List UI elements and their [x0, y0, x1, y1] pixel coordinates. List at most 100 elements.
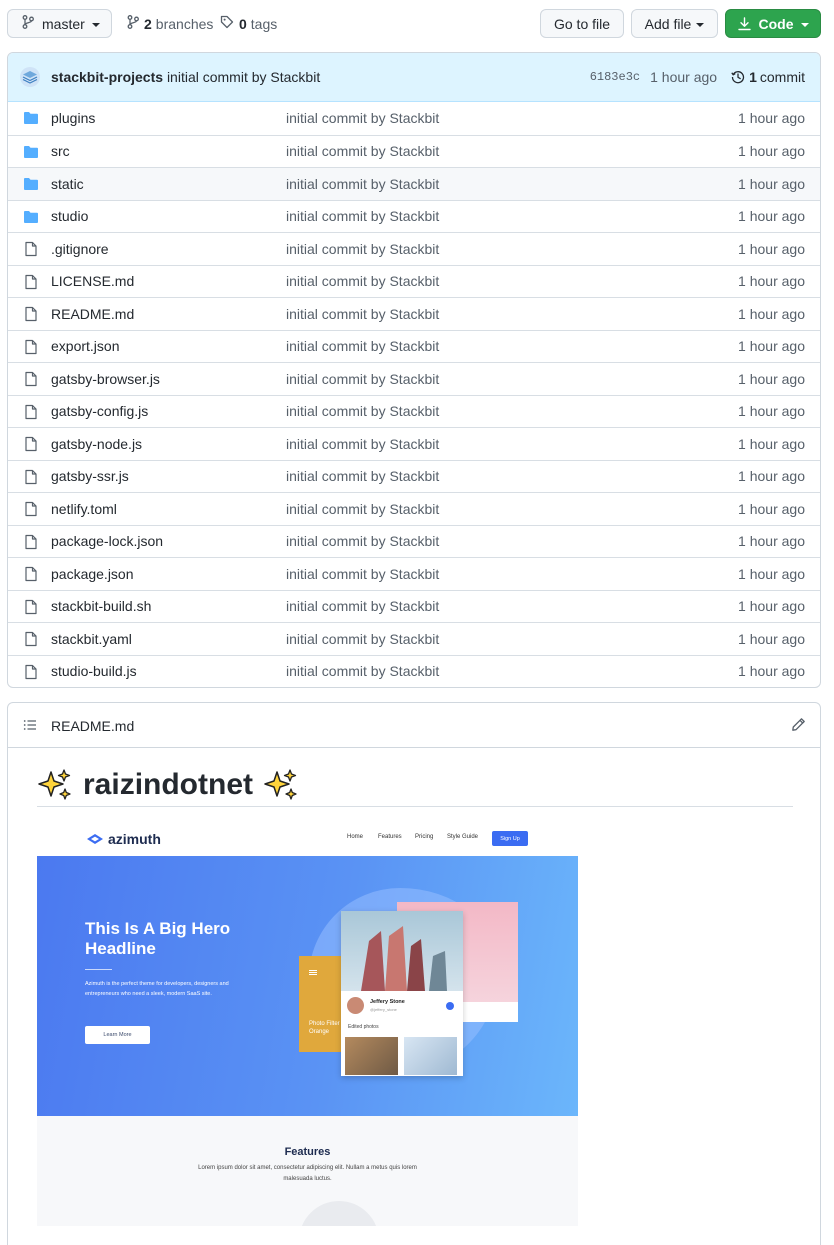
file-commit-time: 1 hour ago [738, 143, 805, 160]
file-name-link[interactable]: gatsby-ssr.js [51, 468, 129, 484]
preview-navbar: azimuth Home Features Pricing Style Guid… [37, 823, 578, 856]
preview-hero: This Is A Big Hero Headline Azimuth is t… [37, 856, 578, 1116]
file-icon [23, 599, 39, 615]
preview-orange-caption: Photo Filter Orange [309, 1021, 340, 1035]
preview-thumbnail [404, 1037, 457, 1075]
file-name-link[interactable]: src [51, 143, 70, 159]
commit-sha[interactable]: 6183e3c [590, 70, 640, 84]
file-name-link[interactable]: gatsby-browser.js [51, 371, 160, 387]
file-commit-message[interactable]: initial commit by Stackbit [286, 663, 439, 679]
file-commit-message[interactable]: initial commit by Stackbit [286, 371, 439, 387]
file-row[interactable]: package-lock.json initial commit by Stack… [8, 524, 820, 558]
tags-link[interactable]: 0 tags [220, 9, 277, 38]
file-name-link[interactable]: netlify.toml [51, 501, 117, 517]
file-row[interactable]: export.json initial commit by Stackbit 1 h… [8, 329, 820, 363]
file-commit-message[interactable]: initial commit by Stackbit [286, 533, 439, 549]
git-branch-icon [127, 15, 139, 32]
sparkles-icon [37, 768, 73, 802]
file-name-link[interactable]: studio-build.js [51, 663, 137, 679]
file-row[interactable]: gatsby-config.js initial commit by Stackb… [8, 394, 820, 428]
file-row[interactable]: static initial commit by Stackbit 1 hour a… [8, 167, 820, 200]
file-icon [23, 501, 39, 517]
commit-author[interactable]: stackbit-projects [51, 69, 163, 85]
file-row[interactable]: plugins initial commit by Stackbit 1 hour … [8, 102, 820, 135]
file-row[interactable]: stackbit-build.sh initial commit by Stack… [8, 589, 820, 623]
git-branch-icon [22, 15, 34, 32]
file-row[interactable]: LICENSE.md initial commit by Stackbit 1 ho… [8, 264, 820, 298]
file-commit-message[interactable]: initial commit by Stackbit [286, 241, 439, 257]
file-name-link[interactable]: stackbit-build.sh [51, 598, 151, 614]
file-commit-message[interactable]: initial commit by Stackbit [286, 468, 439, 484]
file-row[interactable]: studio-build.js initial commit by Stackbi… [8, 654, 820, 688]
code-button[interactable]: Code [725, 9, 821, 38]
commits-label: commit [759, 69, 805, 85]
file-name-link[interactable]: .gitignore [51, 241, 109, 257]
file-commit-message[interactable]: initial commit by Stackbit [286, 110, 439, 126]
file-commit-time: 1 hour ago [738, 598, 805, 615]
preview-features-section: Features Lorem ipsum dolor sit amet, con… [37, 1116, 578, 1226]
file-name-link[interactable]: plugins [51, 110, 95, 126]
folder-icon [23, 176, 39, 192]
list-unordered-icon[interactable] [23, 718, 37, 735]
file-commit-message[interactable]: initial commit by Stackbit [286, 273, 439, 289]
menu-icon [309, 970, 317, 971]
file-row[interactable]: .gitignore initial commit by Stackbit 1 ho… [8, 232, 820, 265]
preview-avatar [347, 997, 364, 1014]
commit-time: 1 hour ago [650, 69, 718, 85]
file-commit-message[interactable]: initial commit by Stackbit [286, 403, 439, 419]
file-row[interactable]: package.json initial commit by Stackbit 1 … [8, 557, 820, 590]
branches-count: 2 [144, 15, 152, 32]
plus-icon [446, 1002, 454, 1010]
branches-link[interactable]: 2 branches [127, 9, 213, 38]
file-row[interactable]: README.md initial commit by Stackbit 1 hou… [8, 297, 820, 330]
file-commit-message[interactable]: initial commit by Stackbit [286, 208, 439, 224]
go-to-file-button[interactable]: Go to file [540, 9, 624, 38]
branch-select-button[interactable]: master [7, 9, 112, 38]
file-icon [23, 534, 39, 550]
add-file-button[interactable]: Add file [631, 9, 718, 38]
preview-nav-pricing: Pricing [415, 834, 434, 840]
commits-history-link[interactable]: 1 commit [731, 69, 805, 85]
file-row[interactable]: stackbit.yaml initial commit by Stackbit 1… [8, 622, 820, 655]
file-icon [23, 306, 39, 322]
readme-screenshot[interactable]: azimuth Home Features Pricing Style Guid… [37, 823, 578, 1226]
file-name-link[interactable]: package-lock.json [51, 533, 163, 549]
avatar[interactable] [20, 67, 40, 87]
file-row[interactable]: netlify.toml initial commit by Stackbit 1 … [8, 492, 820, 525]
commit-message[interactable]: initial commit by Stackbit [167, 69, 320, 85]
file-commit-message[interactable]: initial commit by Stackbit [286, 501, 439, 517]
file-commit-message[interactable]: initial commit by Stackbit [286, 306, 439, 322]
file-name-link[interactable]: gatsby-config.js [51, 403, 148, 419]
chevron-down-icon [91, 22, 100, 27]
file-name-link[interactable]: LICENSE.md [51, 273, 134, 289]
file-commit-message[interactable]: initial commit by Stackbit [286, 338, 439, 354]
file-row[interactable]: gatsby-node.js initial commit by Stackbit… [8, 427, 820, 460]
file-icon [23, 664, 39, 680]
file-commit-message[interactable]: initial commit by Stackbit [286, 176, 439, 192]
pencil-icon[interactable] [791, 717, 806, 735]
file-name-link[interactable]: export.json [51, 338, 119, 354]
preview-learn-more: Learn More [85, 1026, 150, 1044]
preview-profile-card: Jeffery Stone @jeffery_stone Edited phot… [341, 911, 463, 1076]
code-label: Code [758, 15, 794, 32]
preview-nav-features: Features [378, 834, 402, 840]
chevron-down-icon [696, 22, 705, 27]
file-commit-message[interactable]: initial commit by Stackbit [286, 436, 439, 452]
file-commit-message[interactable]: initial commit by Stackbit [286, 598, 439, 614]
history-icon [731, 70, 745, 84]
file-row[interactable]: gatsby-browser.js initial commit by Stack… [8, 362, 820, 395]
file-name-link[interactable]: studio [51, 208, 88, 224]
file-row[interactable]: src initial commit by Stackbit 1 hour ago [8, 134, 820, 168]
file-commit-time: 1 hour ago [738, 110, 805, 127]
file-row[interactable]: gatsby-ssr.js initial commit by Stackbit 1… [8, 459, 820, 493]
file-name-link[interactable]: stackbit.yaml [51, 631, 132, 647]
file-commit-message[interactable]: initial commit by Stackbit [286, 143, 439, 159]
file-row[interactable]: studio initial commit by Stackbit 1 hour a… [8, 199, 820, 233]
file-name-link[interactable]: README.md [51, 306, 134, 322]
file-name-link[interactable]: package.json [51, 566, 134, 582]
file-commit-message[interactable]: initial commit by Stackbit [286, 631, 439, 647]
file-commit-message[interactable]: initial commit by Stackbit [286, 566, 439, 582]
file-name-link[interactable]: gatsby-node.js [51, 436, 142, 452]
azimuth-logo-icon [87, 834, 103, 844]
file-name-link[interactable]: static [51, 176, 84, 192]
